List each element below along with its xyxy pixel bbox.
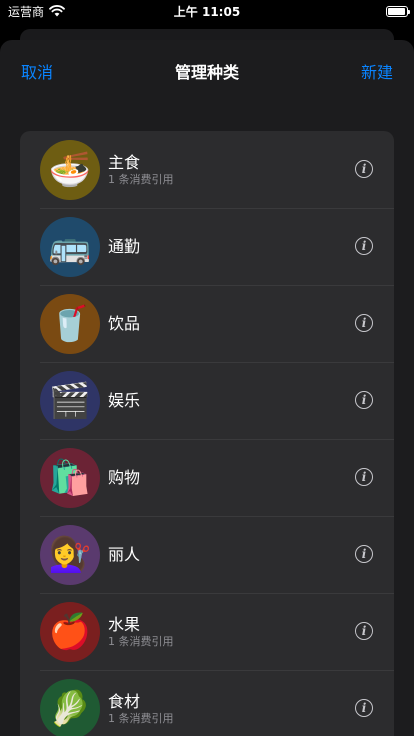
cancel-button[interactable]: 取消	[21, 59, 53, 83]
category-name: 娱乐	[108, 391, 141, 410]
category-name: 购物	[108, 468, 141, 487]
battery-icon	[386, 5, 410, 17]
manage-categories-sheet: 取消 管理种类 新建 🍜 主食 1 条消费引用 i 🚌 通勤 i 🥤 饮品 i 🎬 娱乐 i 🛍️ 购物 i 💇…	[0, 40, 414, 736]
category-emoji-icon: 🛍️	[40, 447, 100, 508]
category-name: 主食	[108, 153, 141, 172]
category-emoji-icon: 🍎	[40, 601, 100, 662]
info-icon[interactable]: i	[355, 314, 373, 332]
wifi-icon	[49, 5, 65, 17]
category-emoji-icon: 🎬	[40, 370, 100, 431]
info-icon[interactable]: i	[355, 237, 373, 255]
status-bar: 运营商 上午 11:05	[0, 0, 414, 22]
status-left: 运营商	[8, 3, 65, 20]
category-text: 主食 1 条消费引用	[108, 153, 174, 186]
category-row[interactable]: 🍜 主食 1 条消费引用 i	[20, 131, 394, 208]
page-title: 管理种类	[174, 63, 239, 82]
category-emoji-icon: 🥬	[40, 678, 100, 736]
category-text: 购物	[108, 468, 140, 487]
info-icon[interactable]: i	[355, 545, 373, 563]
category-name: 水果	[108, 615, 141, 634]
category-usage-count: 1 条消费引用	[108, 712, 174, 725]
category-emoji-icon: 💇‍♀️	[40, 524, 100, 585]
category-row[interactable]: 💇‍♀️ 丽人 i	[20, 516, 394, 593]
category-row[interactable]: 🥤 饮品 i	[20, 285, 394, 362]
category-row[interactable]: 🚌 通勤 i	[20, 208, 394, 285]
category-text: 丽人	[108, 545, 140, 564]
category-usage-count: 1 条消费引用	[108, 173, 174, 186]
category-emoji-icon: 🚌	[40, 216, 100, 277]
info-icon[interactable]: i	[355, 391, 373, 409]
info-icon[interactable]: i	[355, 622, 373, 640]
category-emoji-icon: 🥤	[40, 293, 100, 354]
category-row[interactable]: 🍎 水果 1 条消费引用 i	[20, 593, 394, 670]
category-name: 丽人	[108, 545, 141, 564]
category-row[interactable]: 🛍️ 购物 i	[20, 439, 394, 516]
navigation-bar: 取消 管理种类 新建	[0, 40, 414, 98]
category-row[interactable]: 🥬 食材 1 条消费引用 i	[20, 670, 394, 736]
battery-fill	[388, 7, 406, 15]
category-row[interactable]: 🎬 娱乐 i	[20, 362, 394, 439]
category-text: 通勤	[108, 237, 140, 256]
category-list: 🍜 主食 1 条消费引用 i 🚌 通勤 i 🥤 饮品 i 🎬 娱乐 i 🛍️ 购物 i 💇‍♀️ 丽人 i 🍎 水果 1 …	[20, 131, 394, 736]
carrier-label: 运营商	[8, 4, 45, 19]
category-name: 食材	[108, 692, 141, 711]
info-icon[interactable]: i	[355, 468, 373, 486]
category-text: 水果 1 条消费引用	[108, 615, 174, 648]
info-icon[interactable]: i	[355, 160, 373, 178]
category-text: 食材 1 条消费引用	[108, 692, 174, 725]
category-emoji-icon: 🍜	[40, 139, 100, 200]
category-usage-count: 1 条消费引用	[108, 635, 174, 648]
category-name: 饮品	[108, 314, 141, 333]
info-icon[interactable]: i	[355, 699, 373, 717]
category-text: 娱乐	[108, 391, 140, 410]
new-category-button[interactable]: 新建	[361, 59, 393, 83]
category-name: 通勤	[108, 237, 141, 256]
category-text: 饮品	[108, 314, 140, 333]
